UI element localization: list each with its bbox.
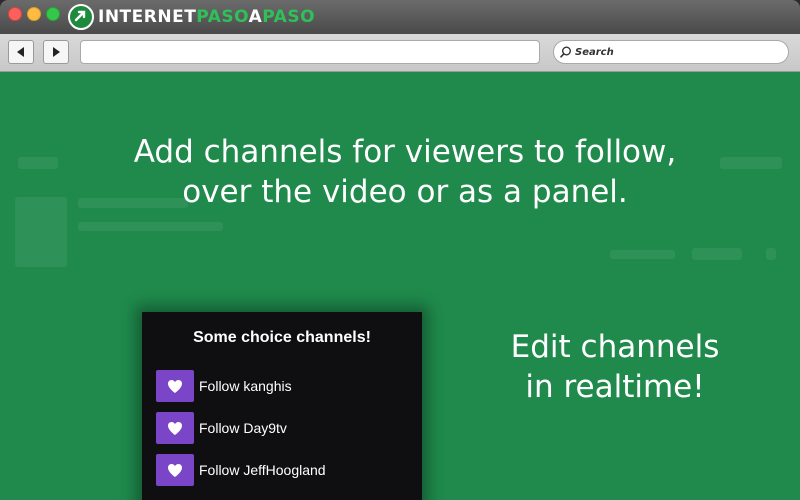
follow-label: Follow kanghis	[199, 378, 292, 394]
panel-title: Some choice channels!	[193, 329, 371, 346]
brand-logo-area: INTERNETPASOAPASO	[68, 4, 315, 30]
brand-part-a: A	[248, 7, 263, 27]
address-bar[interactable]	[80, 40, 540, 64]
search-icon	[560, 46, 571, 58]
follow-button[interactable]	[156, 370, 194, 402]
brand-logo-icon	[68, 4, 94, 30]
search-placeholder: Search	[575, 46, 614, 58]
follow-row[interactable]: Follow JeffHoogland	[156, 454, 326, 486]
follow-label: Follow Day9tv	[199, 420, 287, 436]
side-note-line-1: Edit channels	[510, 329, 720, 365]
background-share-button	[692, 248, 742, 260]
side-note: Edit channels in realtime!	[490, 327, 740, 407]
heart-icon	[168, 463, 182, 477]
minimize-window-button[interactable]	[27, 7, 41, 21]
background-more-button	[766, 248, 776, 260]
background-stream-category	[78, 222, 223, 231]
brand-wordmark: INTERNETPASOAPASO	[98, 7, 315, 27]
brand-part-paso-2: PASO	[262, 7, 316, 27]
search-input[interactable]: Search	[553, 40, 789, 64]
background-viewer-count	[610, 250, 675, 259]
side-note-line-2: in realtime!	[525, 369, 705, 405]
close-window-button[interactable]	[8, 7, 22, 21]
follow-button[interactable]	[156, 412, 194, 444]
headline-line-1: Add channels for viewers to follow,	[133, 134, 677, 170]
channels-panel: Some choice channels! Follow kanghis Fol…	[142, 312, 422, 500]
back-arrow-icon	[17, 47, 24, 57]
heart-icon	[168, 379, 182, 393]
brand-part-internet: INTERNET	[98, 7, 197, 27]
follow-row[interactable]: Follow Day9tv	[156, 412, 287, 444]
back-button[interactable]	[8, 40, 34, 64]
page-content: Add channels for viewers to follow, over…	[0, 72, 800, 500]
browser-toolbar: Search	[0, 34, 800, 72]
heart-icon	[168, 421, 182, 435]
brand-part-paso: PASO	[196, 7, 249, 27]
forward-button[interactable]	[43, 40, 69, 64]
maximize-window-button[interactable]	[46, 7, 60, 21]
follow-label: Follow JeffHoogland	[199, 462, 326, 478]
headline: Add channels for viewers to follow, over…	[40, 132, 770, 212]
headline-line-2: over the video or as a panel.	[182, 174, 628, 210]
follow-button[interactable]	[156, 454, 194, 486]
forward-arrow-icon	[53, 47, 60, 57]
follow-row[interactable]: Follow kanghis	[156, 370, 292, 402]
window-titlebar: INTERNETPASOAPASO	[0, 0, 800, 34]
